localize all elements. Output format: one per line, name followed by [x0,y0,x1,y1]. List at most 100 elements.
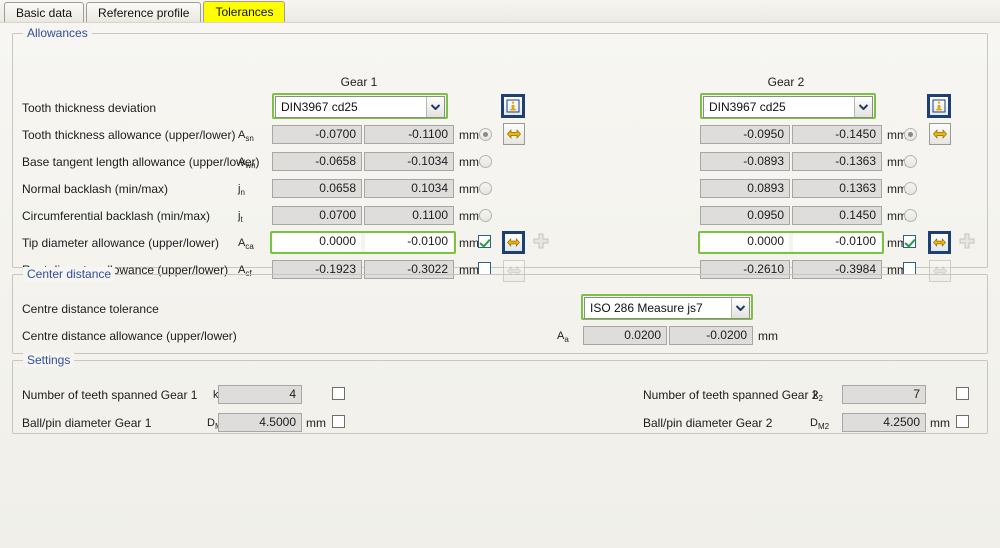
field-gear2-tooth-thickness-lower[interactable]: -0.1450 [792,125,882,144]
column-header-gear2: Gear 2 [767,75,805,89]
symbol-jn: jn [238,183,245,198]
unit-mm: mm [459,155,479,169]
chevron-down-icon[interactable] [426,97,444,117]
info-button-gear1[interactable] [501,94,525,118]
unit-mm: mm [459,236,479,250]
swap-arrows-icon [504,124,524,144]
label-circumferential-backlash: Circumferential backlash (min/max) [22,209,211,223]
radio-gear2-base-tangent-length-allowance[interactable] [904,155,917,168]
plus-icon [533,233,549,252]
label-tooth-thickness-deviation: Tooth thickness deviation [22,101,157,115]
field-gear1-base-tangent-lower[interactable]: -0.1034 [364,152,454,171]
swap-button-gear1-tooth-thickness[interactable] [503,123,525,145]
symbol-dm2: DM2 [810,417,830,432]
unit-mm: mm [758,329,778,343]
radio-gear2-circumferential-backlash[interactable] [904,209,917,222]
field-gear1-tooth-thickness-lower[interactable]: -0.1100 [364,125,454,144]
field-centre-distance-allowance-lower[interactable]: -0.0200 [669,326,753,345]
plus-icon [959,233,975,252]
label-centre-distance-tolerance: Centre distance tolerance [22,302,159,316]
label-normal-backlash: Normal backlash (min/max) [22,182,169,196]
group-settings-legend: Settings [23,353,75,367]
swap-button-gear1-tip-diameter[interactable] [502,231,525,254]
field-teeth-spanned-gear1[interactable]: 4 [218,385,302,404]
field-gear2-base-tangent-upper[interactable]: -0.0893 [700,152,790,171]
info-icon [930,97,948,115]
combo-gear2-value: DIN3967 cd25 [709,100,786,114]
field-ball-pin-diameter-gear2[interactable]: 4.2500 [842,413,926,432]
tab-label: Basic data [16,5,73,20]
symbol-jt: jt [238,210,243,225]
unit-mm: mm [930,416,950,430]
radio-gear2-tooth-thickness-allowance[interactable] [904,128,917,141]
field-gear2-tip-diameter-upper[interactable]: 0.0000 [701,233,789,252]
combo-centre-distance-tolerance[interactable]: ISO 286 Measure js7 [584,297,750,319]
label-ball-pin-diameter-gear1: Ball/pin diameter Gear 1 [22,416,152,430]
combo-centre-distance-value: ISO 286 Measure js7 [590,301,703,315]
radio-tooth-thickness-allowance[interactable] [479,128,492,141]
symbol-aa: Aa [557,330,569,345]
checkbox-gear2-tip-diameter-allowance[interactable] [903,235,916,248]
unit-mm: mm [459,209,479,223]
field-gear1-circumferential-backlash-max[interactable]: 0.1100 [364,206,454,225]
field-gear2-tooth-thickness-upper[interactable]: -0.0950 [700,125,790,144]
label-ball-pin-diameter-gear2: Ball/pin diameter Gear 2 [643,416,773,430]
field-gear2-normal-backlash-max[interactable]: 0.1363 [792,179,882,198]
checkbox-ball-pin-diameter-gear2[interactable] [956,415,969,428]
tab-strip: Basic data Reference profile Tolerances [0,0,1000,22]
chevron-down-icon[interactable] [854,97,872,117]
swap-arrows-icon [930,124,950,144]
chevron-down-icon[interactable] [731,298,749,318]
label-teeth-spanned-gear2: Number of teeth spanned Gear 2 [643,388,819,402]
field-gear1-tip-diameter-lower[interactable]: -0.0100 [365,233,453,252]
checkbox-teeth-spanned-gear2[interactable] [956,387,969,400]
radio-base-tangent-length-allowance[interactable] [479,155,492,168]
tab-label: Tolerances [215,5,274,19]
add-button-gear2-tip-diameter[interactable] [957,232,977,252]
symbol-awn: Awn [238,156,256,171]
tab-basic-data[interactable]: Basic data [4,2,85,22]
symbol-asn: Asn [238,129,254,144]
checkbox-tip-diameter-allowance[interactable] [478,235,491,248]
symbol-aca: Aca [238,237,254,252]
checkbox-ball-pin-diameter-gear1[interactable] [332,415,345,428]
field-gear2-normal-backlash-min[interactable]: 0.0893 [700,179,790,198]
symbol-k2: k2 [813,389,823,404]
tab-tolerances[interactable]: Tolerances [203,1,286,22]
info-icon [504,97,522,115]
field-gear1-base-tangent-upper[interactable]: -0.0658 [272,152,362,171]
radio-gear2-normal-backlash[interactable] [904,182,917,195]
field-ball-pin-diameter-gear1[interactable]: 4.5000 [218,413,302,432]
label-tip-diameter-allowance: Tip diameter allowance (upper/lower) [22,236,219,250]
column-header-gear1: Gear 1 [340,75,378,89]
swap-button-gear2-tooth-thickness[interactable] [929,123,951,145]
info-button-gear2[interactable] [927,94,951,118]
field-gear2-tip-diameter-lower[interactable]: -0.0100 [793,233,881,252]
swap-button-gear2-tip-diameter[interactable] [928,231,951,254]
unit-mm: mm [459,128,479,142]
tab-reference-profile[interactable]: Reference profile [86,2,202,22]
field-gear2-circumferential-backlash-min[interactable]: 0.0950 [700,206,790,225]
add-button-gear1-tip-diameter[interactable] [531,232,551,252]
tab-label: Reference profile [98,5,190,20]
unit-mm: mm [306,416,326,430]
field-gear2-circumferential-backlash-max[interactable]: 0.1450 [792,206,882,225]
field-gear1-tooth-thickness-upper[interactable]: -0.0700 [272,125,362,144]
radio-circumferential-backlash[interactable] [479,209,492,222]
field-gear1-normal-backlash-min[interactable]: 0.0658 [272,179,362,198]
unit-mm: mm [459,182,479,196]
combo-gear1-tooth-thickness-deviation[interactable]: DIN3967 cd25 [275,96,445,118]
combo-gear1-value: DIN3967 cd25 [281,100,358,114]
field-gear2-base-tangent-lower[interactable]: -0.1363 [792,152,882,171]
group-allowances-legend: Allowances [23,26,92,40]
field-teeth-spanned-gear2[interactable]: 7 [842,385,926,404]
field-gear1-normal-backlash-max[interactable]: 0.1034 [364,179,454,198]
field-centre-distance-allowance-upper[interactable]: 0.0200 [583,326,667,345]
checkbox-teeth-spanned-gear1[interactable] [332,387,345,400]
field-gear1-circumferential-backlash-min[interactable]: 0.0700 [272,206,362,225]
swap-arrows-icon [505,234,522,251]
combo-gear2-tooth-thickness-deviation[interactable]: DIN3967 cd25 [703,96,873,118]
field-gear1-tip-diameter-upper[interactable]: 0.0000 [273,233,361,252]
radio-normal-backlash[interactable] [479,182,492,195]
tolerances-page: Allowances Gear 1 Gear 2 Tooth thickness… [0,22,1000,548]
